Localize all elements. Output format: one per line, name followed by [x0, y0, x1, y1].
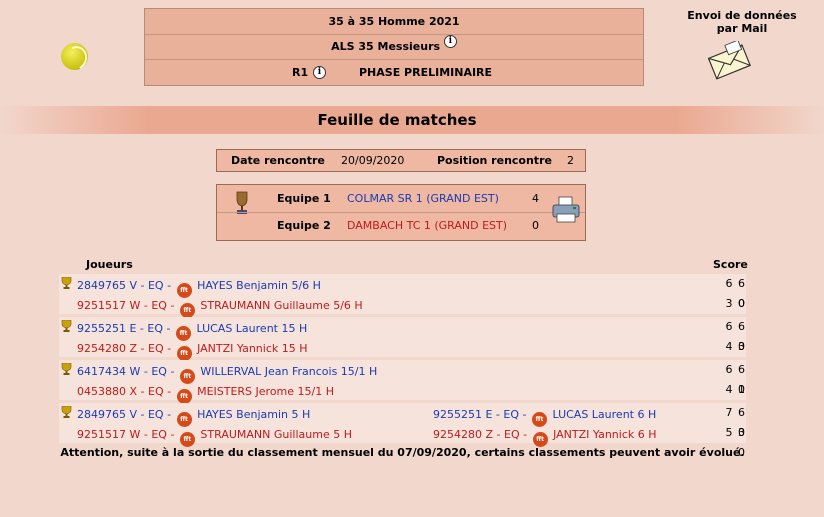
date-label: Date rencontre [231, 154, 325, 167]
player-license[interactable]: 2849765 V [77, 279, 137, 292]
set-scores: 3 0 0 [725, 297, 746, 330]
player-name[interactable]: LUCAS Laurent 6 H [552, 408, 656, 421]
mail-export-line2: par Mail [716, 22, 768, 35]
fft-logo-icon: fft [179, 303, 195, 318]
winner-line: 6417434 W - EQ - fft WILLERVAL Jean Fran… [77, 362, 377, 384]
fft-logo-icon: fft [179, 432, 195, 447]
players-header: Joueurs [86, 258, 133, 271]
mail-export-line1: Envoi de données [687, 9, 797, 22]
date-value: 20/09/2020 [341, 154, 405, 167]
competition-title: 35 à 35 Homme 2021 [145, 9, 643, 35]
player-name[interactable]: JANTZI Yannick 15 H [197, 342, 307, 355]
tennis-ball-icon [61, 43, 88, 70]
set-scores: 4 1 0 [725, 383, 746, 416]
winner-line: 2849765 V - EQ - fft HAYES Benjamin 5 H [77, 405, 310, 427]
envelope-icon[interactable] [707, 41, 751, 81]
round-info-icon[interactable]: i [313, 66, 326, 79]
division-name: ALS 35 Messieurs [331, 40, 441, 53]
ranking-warning: Attention, suite à la sortie du classeme… [60, 446, 745, 459]
position-label: Position rencontre [437, 154, 552, 167]
winner-trophy-icon [61, 363, 72, 375]
loser-line: 9254280 Z - EQ - fft JANTZI Yannick 15 H [77, 339, 308, 361]
player-name[interactable]: JANTZI Yannick 6 H [553, 428, 656, 441]
score-header: Score [713, 258, 748, 271]
competition-header: 35 à 35 Homme 2021 ALS 35 Messieurs i R1… [144, 8, 644, 86]
winner-trophy-icon [61, 320, 72, 332]
division-info-icon[interactable]: i [443, 35, 457, 48]
team2-score: 0 [532, 219, 539, 232]
loser-line: 9251517 W - EQ - fft STRAUMANN Guillaume… [77, 296, 363, 318]
player-license[interactable]: 9251517 W [77, 299, 140, 312]
fft-logo-icon: fft [176, 346, 192, 361]
winner-trophy-icon [61, 277, 72, 289]
eq-label: EQ [148, 342, 164, 355]
fft-logo-icon: fft [176, 389, 192, 404]
match-row: 2849765 V - EQ - fft HAYES Benjamin 5/6 … [59, 274, 746, 330]
player-license[interactable]: 9255251 E [433, 408, 492, 421]
player-license[interactable]: 9254280 Z [77, 342, 137, 355]
player-name[interactable]: WILLERVAL Jean Francois 15/1 H [200, 365, 377, 378]
set-scores: 5 3 0 [725, 426, 746, 459]
meeting-info-box: Date rencontre 20/09/2020 Position renco… [216, 149, 586, 172]
player-name[interactable]: MEISTERS Jerome 15/1 H [197, 385, 334, 398]
eq-label: EQ [147, 279, 164, 292]
set-scores: 6 6 0 [725, 320, 746, 353]
player-name[interactable]: HAYES Benjamin 5/6 H [197, 279, 321, 292]
fft-logo-icon: fft [532, 432, 548, 447]
phase-label: PHASE PRELIMINAIRE [359, 66, 493, 79]
round-label: R1 [292, 66, 309, 79]
mail-export-link[interactable]: Envoi de données par Mail [664, 9, 820, 35]
division-row: ALS 35 Messieurs i [145, 35, 643, 60]
teams-box: Equipe 1 COLMAR SR 1 (GRAND EST) 4 Equip… [216, 184, 586, 241]
player-name[interactable]: HAYES Benjamin 5 H [197, 408, 310, 421]
eq-label: EQ [151, 365, 167, 378]
phase-row: R1 i PHASE PRELIMINAIRE [145, 60, 643, 85]
eq-label: EQ [151, 428, 167, 441]
player-license[interactable]: 9255251 E [77, 322, 136, 335]
eq-label: EQ [147, 322, 164, 335]
team1-score: 4 [532, 192, 539, 205]
player-name[interactable]: LUCAS Laurent 15 H [196, 322, 307, 335]
page-title: Feuille de matches [317, 111, 477, 129]
team1-label: Equipe 1 [277, 192, 331, 205]
player-license[interactable]: 0453880 X [77, 385, 137, 398]
winner-trophy-icon [61, 406, 72, 418]
player-license[interactable]: 9251517 W [77, 428, 140, 441]
eq-label: EQ [504, 428, 520, 441]
printer-icon[interactable] [551, 195, 581, 225]
match-row: 9255251 E - EQ - fft LUCAS Laurent 15 H … [59, 317, 746, 373]
team2-name[interactable]: DAMBACH TC 1 (GRAND EST) [347, 219, 507, 232]
eq-label: EQ [147, 408, 164, 421]
loser-line: 9251517 W - EQ - fft STRAUMANN Guillaume… [77, 425, 352, 447]
eq-label: EQ [148, 385, 164, 398]
position-value: 2 [567, 154, 574, 167]
match-row-double: 2849765 V - EQ - fft HAYES Benjamin 5 H … [59, 403, 746, 459]
winner-line: 2849765 V - EQ - fft HAYES Benjamin 5/6 … [77, 276, 321, 298]
eq-label: EQ [503, 408, 520, 421]
loser-partner-line: 9254280 Z - EQ - fft JANTZI Yannick 6 H [433, 425, 657, 447]
set-scores: 6 6 0 [725, 277, 746, 310]
set-scores: 4 3 0 [725, 340, 746, 373]
team1-name[interactable]: COLMAR SR 1 (GRAND EST) [347, 192, 499, 205]
winner-partner-line: 9255251 E - EQ - fft LUCAS Laurent 6 H [433, 405, 656, 427]
loser-line: 0453880 X - EQ - fft MEISTERS Jerome 15/… [77, 382, 334, 404]
team2-label: Equipe 2 [277, 219, 331, 232]
player-license[interactable]: 6417434 W [77, 365, 140, 378]
set-scores: 7 6 0 [725, 406, 746, 439]
match-row: 6417434 W - EQ - fft WILLERVAL Jean Fran… [59, 360, 746, 416]
player-license[interactable]: 9254280 Z [433, 428, 493, 441]
set-scores: 6 6 0 [725, 363, 746, 396]
eq-label: EQ [151, 299, 167, 312]
player-name[interactable]: STRAUMANN Guillaume 5/6 H [200, 299, 362, 312]
player-license[interactable]: 2849765 V [77, 408, 137, 421]
player-name[interactable]: STRAUMANN Guillaume 5 H [200, 428, 352, 441]
winner-line: 9255251 E - EQ - fft LUCAS Laurent 15 H [77, 319, 307, 341]
